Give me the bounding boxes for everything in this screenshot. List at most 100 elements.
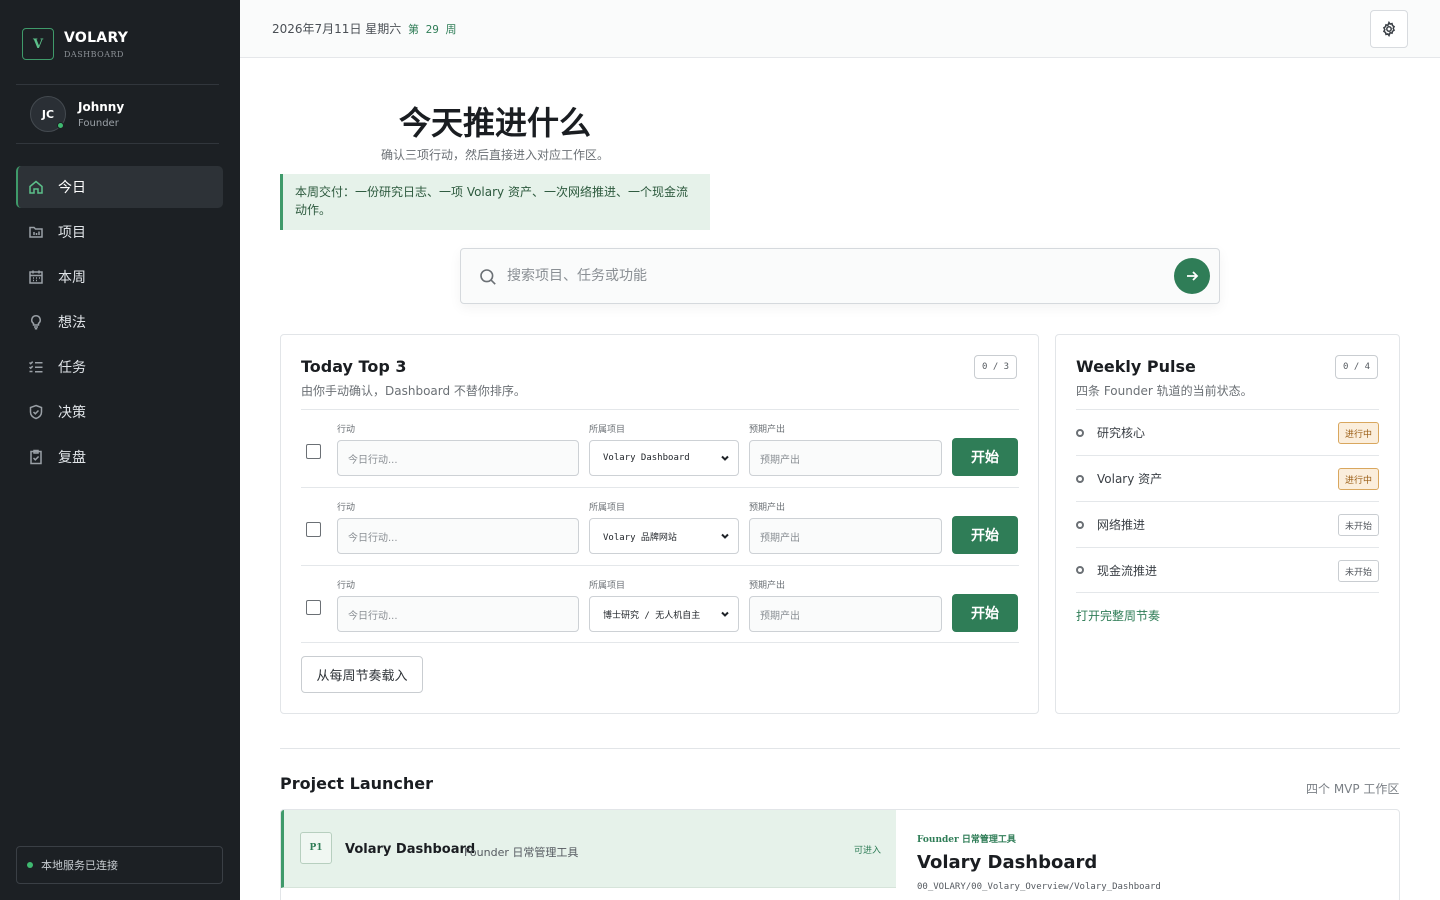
output-label: 预期产出 [749,581,786,591]
page-subtitle: 确认三项行动，然后直接进入对应工作区。 [380,148,609,162]
settings-button[interactable] [1370,10,1408,48]
top3-rows: 行动 今日行动... 所属项目 Volary Dashboard 预期产出 预期… [301,409,1019,643]
pulse-label: Volary 资产 [1097,472,1163,486]
search-input[interactable] [507,259,1157,293]
lightbulb-icon [28,314,44,330]
sidebar-item-week[interactable]: 本周 [16,256,223,298]
start-button[interactable]: 开始 [952,594,1018,632]
main-content: 今天推进什么 确认三项行动，然后直接进入对应工作区。 本周交付：一份研究日志、一… [240,58,1440,900]
output-input[interactable]: 预期产出 [749,518,942,554]
action-label: 行动 [337,581,356,591]
sidebar-item-label: 复盘 [58,450,86,466]
page-title: 今天推进什么 [398,104,591,142]
project-select[interactable]: Volary 品牌网站 [589,518,739,554]
sidebar-item-label: 想法 [58,315,86,331]
sidebar-item-label: 本周 [58,270,86,286]
online-status-dot [57,122,64,129]
sidebar-item-label: 任务 [58,360,86,376]
load-from-weekly-button[interactable]: 从每周节奏载入 [301,656,423,693]
sidebar-item-ideas[interactable]: 想法 [16,301,223,343]
avatar-initials: JC [41,107,55,121]
arrow-right-icon [1184,268,1200,284]
status-badge: 未开始 [1337,560,1379,582]
sidebar-divider [16,143,219,144]
action-input[interactable]: 今日行动... [337,596,579,632]
sidebar-item-label: 决策 [58,405,86,421]
task-checkbox[interactable] [306,600,321,615]
today-top3-card: Today Top 3 由你手动确认，Dashboard 不替你排序。 0 / … [280,334,1039,714]
chevron-down-icon [720,453,730,463]
action-input[interactable]: 今日行动... [337,440,579,476]
card-title: Today Top 3 [301,357,407,376]
list-item[interactable]: Volary 资产 进行中 [1076,455,1379,501]
gear-icon [1381,21,1397,37]
sidebar-item-today[interactable]: 今日 [16,166,223,208]
pulse-label: 网络推进 [1097,518,1146,532]
action-label: 行动 [337,503,356,513]
top-bar: 2026年7月11日 星期六 第 29 周 [240,0,1440,58]
section-divider [280,748,1400,749]
detail-title: Volary Dashboard [917,852,1098,873]
checklist-icon [28,359,44,375]
project-select-value: Volary Dashboard [603,453,690,463]
clipboard-icon [28,449,44,465]
start-button[interactable]: 开始 [952,438,1018,476]
action-input[interactable]: 今日行动... [337,518,579,554]
project-select-value: Volary 品牌网站 [603,532,677,543]
pulse-label: 研究核心 [1097,426,1146,440]
list-item[interactable]: 现金流推进 未开始 [1076,547,1379,593]
search-icon [479,268,497,286]
chevron-down-icon [720,609,730,619]
list-item[interactable]: 研究核心 进行中 [1076,409,1379,455]
project-label: 所属项目 [589,581,626,591]
output-input[interactable]: 预期产出 [749,440,942,476]
project-row[interactable]: P1 Volary Dashboard Founder 日常管理工具 可进入 [281,810,896,888]
sidebar-item-projects[interactable]: 项目 [16,211,223,253]
list-item[interactable]: 网络推进 未开始 [1076,501,1379,547]
brand[interactable]: V VOLARY DASHBOARD [22,28,128,60]
status-badge: 进行中 [1337,468,1379,490]
home-icon [28,179,44,195]
search-submit-button[interactable] [1174,258,1210,294]
pulse-counter: 0 / 4 [1335,355,1379,379]
status-badge: 进行中 [1337,422,1379,444]
current-date: 2026年7月11日 星期六 [272,22,402,36]
brand-name: VOLARY [64,29,129,46]
sidebar-item-decisions[interactable]: 决策 [16,391,223,433]
card-subtitle: 四条 Founder 轨道的当前状态。 [1076,384,1253,398]
launcher-title: Project Launcher [280,774,434,793]
task-checkbox[interactable] [306,444,321,459]
user-profile[interactable]: JC Johnny Founder [30,96,124,132]
top3-counter: 0 / 3 [974,355,1018,379]
sidebar: V VOLARY DASHBOARD JC Johnny Founder 今日 … [0,0,240,900]
project-tag: P1 [300,832,332,864]
pulse-label: 现金流推进 [1097,563,1158,578]
project-label: 所属项目 [589,425,626,435]
task-checkbox[interactable] [306,522,321,537]
output-input[interactable]: 预期产出 [749,596,942,632]
search-bar [460,248,1220,304]
chevron-down-icon [720,531,730,541]
start-button[interactable]: 开始 [952,516,1018,554]
project-name: Volary Dashboard [345,842,476,857]
card-title: Weekly Pulse [1076,357,1196,376]
project-launcher: P1 Volary Dashboard Founder 日常管理工具 可进入 F… [280,809,1400,900]
project-select[interactable]: Volary Dashboard [589,440,739,476]
avatar: JC [30,96,66,132]
calendar-icon [28,269,44,285]
sidebar-item-review[interactable]: 复盘 [16,436,223,478]
shield-icon [28,404,44,420]
open-weekly-rhythm-link[interactable]: 打开完整周节奏 [1076,607,1160,624]
weekly-pulse-card: Weekly Pulse 四条 Founder 轨道的当前状态。 0 / 4 研… [1055,334,1400,714]
task-row: 行动 今日行动... 所属项目 博士研究 / 无人机自主 预期产出 预期产出 开… [301,565,1019,643]
project-detail: Founder 日常管理工具 Volary Dashboard 00_VOLAR… [897,810,1399,900]
sidebar-item-label: 项目 [58,225,86,241]
connected-dot [27,862,33,868]
output-label: 预期产出 [749,503,786,513]
task-row: 行动 今日行动... 所属项目 Volary 品牌网站 预期产出 预期产出 开始 [301,487,1019,565]
project-select-value: 博士研究 / 无人机自主 [603,610,701,621]
sidebar-divider [16,84,219,85]
sidebar-item-label: 今日 [58,180,86,196]
sidebar-item-tasks[interactable]: 任务 [16,346,223,388]
project-select[interactable]: 博士研究 / 无人机自主 [589,596,739,632]
